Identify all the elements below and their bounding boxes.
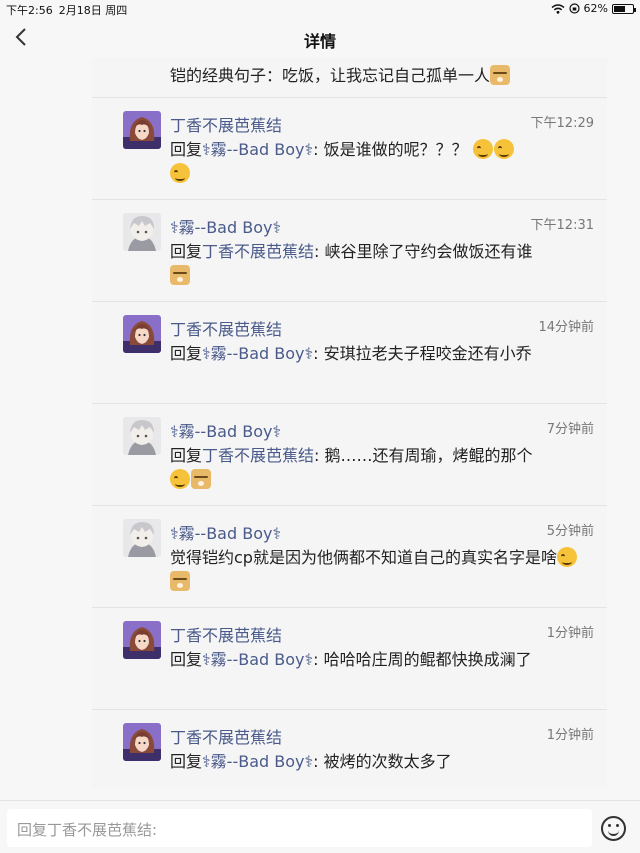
reply-prefix: 回复	[170, 242, 203, 261]
comment-text: : 峡谷里除了守约会做饭还有谁	[314, 242, 533, 261]
avatar[interactable]	[123, 723, 161, 761]
comment-text: : 哈哈哈庄周的鲲都快换成澜了	[313, 650, 532, 669]
page-title: 详情	[303, 32, 336, 51]
comment-content: 回复丁香不展芭蕉结: 鹅……还有周瑜，烤鲲的那个	[170, 444, 595, 492]
comment-text: : 鹅……还有周瑜，烤鲲的那个	[314, 446, 533, 465]
comment-text: : 饭是谁做的呢？？？	[313, 140, 473, 159]
reply-prefix: 回复	[170, 140, 203, 159]
mention-link[interactable]: ⚕霧--Bad Boy⚕	[202, 650, 313, 669]
reply-input[interactable]: 回复丁香不展芭蕉结:	[7, 809, 592, 847]
avatar-boy-graphic	[123, 417, 161, 455]
comment-item: ⚕霧--Bad Boy⚕ 5分钟前 觉得铠约cp就是因为他俩都不知道自己的真实名…	[92, 506, 607, 608]
comment-item: ⚕霧--Bad Boy⚕ 7分钟前 回复丁香不展芭蕉结: 鹅……还有周瑜，烤鲲的…	[92, 404, 607, 506]
reply-bar: 回复丁香不展芭蕉结:	[0, 800, 640, 853]
comment-author[interactable]: 丁香不展芭蕉结	[170, 316, 282, 340]
avatar[interactable]	[123, 417, 161, 455]
battery-fill	[614, 5, 626, 12]
comment-item: ⚕霧--Bad Boy⚕ 下午12:31 回复丁香不展芭蕉结: 峡谷里除了守约会…	[92, 200, 607, 302]
comment-content: 回复丁香不展芭蕉结: 峡谷里除了守约会做饭还有谁	[170, 240, 595, 288]
avatar-boy-graphic	[123, 213, 161, 251]
avatar[interactable]	[123, 519, 161, 557]
comment-content: 回复⚕霧--Bad Boy⚕: 被烤的次数太多了	[170, 750, 595, 774]
smiley-face-icon[interactable]	[601, 816, 626, 841]
reply-prefix: 回复	[170, 344, 203, 363]
comment-content: 回复⚕霧--Bad Boy⚕: 哈哈哈庄周的鲲都快换成澜了	[170, 648, 595, 672]
avatar[interactable]	[123, 621, 161, 659]
smile-emoji-icon	[170, 163, 190, 183]
reply-prefix: 回复	[170, 650, 203, 669]
comment-time: 下午12:31	[530, 218, 594, 233]
status-bar: 下午2:56 2月18日 周四 62%	[0, 0, 640, 18]
status-left: 下午2:56 2月18日 周四	[6, 2, 127, 18]
avatar[interactable]	[123, 213, 161, 251]
avatar-girl-graphic	[123, 111, 161, 149]
smile-emoji-icon	[472, 139, 493, 159]
doge-emoji-icon	[170, 571, 190, 591]
comment-author[interactable]: 丁香不展芭蕉结	[170, 724, 282, 748]
comment-time: 14分钟前	[538, 320, 594, 335]
avatar-girl-graphic	[123, 723, 161, 761]
comment-item: 丁香不展芭蕉结 14分钟前 回复⚕霧--Bad Boy⚕: 安琪拉老夫子程咬金还…	[92, 302, 607, 404]
avatar-boy-graphic	[123, 519, 161, 557]
comment-content: 回复⚕霧--Bad Boy⚕: 饭是谁做的呢？？？	[170, 138, 595, 186]
smile-emoji-icon	[556, 547, 577, 567]
nav-bar: 详情	[0, 18, 640, 58]
comment-item: 丁香不展芭蕉结 下午12:29 回复⚕霧--Bad Boy⚕: 饭是谁做的呢？？…	[92, 98, 607, 200]
comment-time: 7分钟前	[546, 422, 594, 437]
avatar[interactable]	[123, 315, 161, 353]
doge-emoji-icon	[490, 65, 511, 85]
mention-link[interactable]: ⚕霧--Bad Boy⚕	[202, 140, 313, 159]
comment-text: 觉得铠约cp就是因为他俩都不知道自己的真实名字是啥	[170, 548, 557, 567]
doge-emoji-icon	[170, 265, 190, 285]
avatar-girl-graphic	[123, 621, 161, 659]
comment-author[interactable]: ⚕霧--Bad Boy⚕	[170, 520, 281, 544]
comment-time: 下午12:29	[530, 116, 594, 131]
avatar[interactable]	[123, 111, 161, 149]
comment-time: 1分钟前	[546, 728, 594, 743]
reply-prefix: 回复	[170, 446, 203, 465]
comment-content: 铠的经典句子：吃饭，让我忘记自己孤单一人	[170, 64, 595, 88]
comment-author[interactable]: 丁香不展芭蕉结	[170, 112, 282, 136]
reply-prefix: 回复	[170, 752, 203, 771]
comment-item: 丁香不展芭蕉结 1分钟前 回复⚕霧--Bad Boy⚕: 哈哈哈庄周的鲲都快换成…	[92, 608, 607, 710]
comment-time: 1分钟前	[546, 626, 594, 641]
status-time: 下午2:56	[6, 4, 53, 17]
status-date: 2月18日 周四	[58, 4, 128, 17]
comment-author[interactable]: ⚕霧--Bad Boy⚕	[170, 418, 281, 442]
comment-feed[interactable]: 铠的经典句子：吃饭，让我忘记自己孤单一人 丁香不展芭蕉结 下午12:29 回复⚕…	[92, 58, 607, 788]
comment-text: : 被烤的次数太多了	[313, 752, 452, 771]
comment-content: 觉得铠约cp就是因为他俩都不知道自己的真实名字是啥	[170, 546, 595, 594]
doge-emoji-icon	[191, 469, 211, 489]
mention-link[interactable]: ⚕霧--Bad Boy⚕	[202, 344, 313, 363]
mention-link[interactable]: 丁香不展芭蕉结	[202, 242, 314, 261]
wifi-icon	[551, 3, 565, 14]
avatar-girl-graphic	[123, 315, 161, 353]
comment-text: 铠的经典句子：吃饭，让我忘记自己孤单一人	[170, 66, 491, 85]
mention-link[interactable]: ⚕霧--Bad Boy⚕	[202, 752, 313, 771]
comment-text: : 安琪拉老夫子程咬金还有小乔	[313, 344, 532, 363]
comment-author[interactable]: ⚕霧--Bad Boy⚕	[170, 214, 281, 238]
status-right: 62%	[551, 2, 636, 15]
comment-item: 铠的经典句子：吃饭，让我忘记自己孤单一人	[92, 58, 607, 98]
comment-item: 丁香不展芭蕉结 1分钟前 回复⚕霧--Bad Boy⚕: 被烤的次数太多了	[92, 710, 607, 788]
comment-time: 5分钟前	[546, 524, 594, 539]
battery-icon	[612, 3, 636, 14]
comment-author[interactable]: 丁香不展芭蕉结	[170, 622, 282, 646]
battery-percent: 62%	[583, 2, 608, 15]
smile-emoji-icon	[170, 469, 190, 489]
smile-emoji-icon	[493, 139, 514, 159]
mention-link[interactable]: 丁香不展芭蕉结	[202, 446, 314, 465]
comment-content: 回复⚕霧--Bad Boy⚕: 安琪拉老夫子程咬金还有小乔	[170, 342, 595, 366]
orientation-lock-icon	[568, 3, 580, 14]
